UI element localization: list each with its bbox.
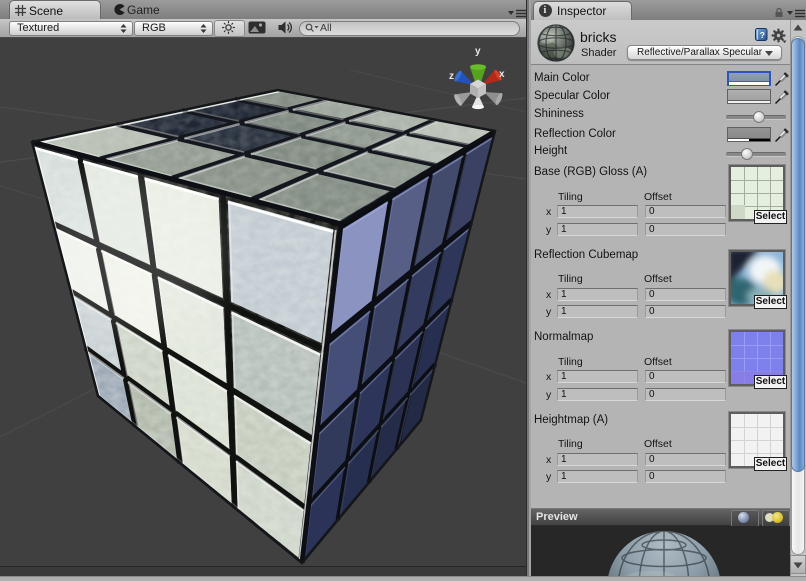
svg-text:y: y <box>475 46 481 57</box>
svg-text:x: x <box>499 69 505 80</box>
svg-text:?: ? <box>760 30 765 40</box>
svg-text:z: z <box>449 71 454 82</box>
